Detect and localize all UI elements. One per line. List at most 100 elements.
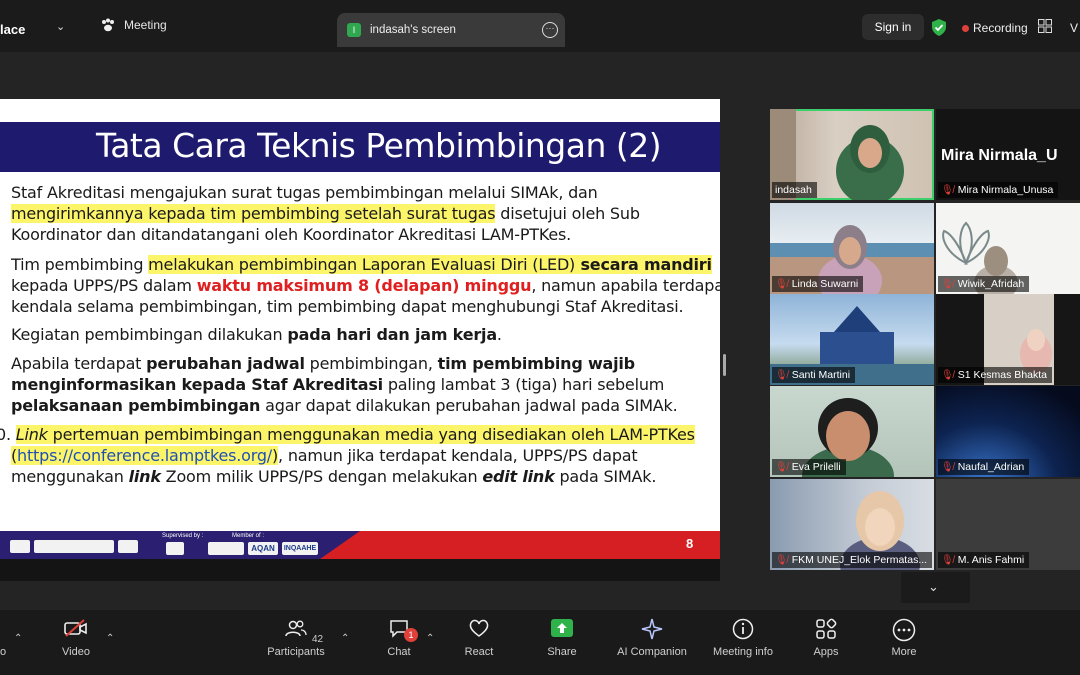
- mic-muted-icon: 🎙︎̸: [941, 461, 954, 473]
- bold-text: pelaksanaan pembimbingan: [11, 396, 261, 415]
- video-off-icon: [55, 618, 97, 646]
- chevron-down-icon[interactable]: ⌄: [56, 20, 65, 33]
- chat-options-caret[interactable]: ⌃: [426, 633, 434, 644]
- logo-icon: [10, 540, 30, 553]
- sparkle-icon: [612, 618, 692, 646]
- list-number: 0.: [0, 425, 11, 444]
- audio-options-caret[interactable]: ⌃: [14, 633, 22, 644]
- share-button[interactable]: Share: [545, 618, 579, 658]
- video-button[interactable]: Video: [55, 618, 97, 658]
- name-label: Mira Nirmala_Unusa: [957, 184, 1054, 196]
- name-label: Wiwik_Afridah: [957, 278, 1025, 290]
- bold-italic-text: link: [128, 467, 161, 486]
- participant-name: 🎙︎̸ M. Anis Fahmi: [938, 552, 1030, 568]
- view-menu-label[interactable]: V: [1070, 21, 1078, 35]
- text: agar dapat dilakukan perubahan jadwal pa…: [260, 396, 678, 415]
- tab-shared-screen[interactable]: I indasah's screen ···: [337, 13, 565, 47]
- participant-tile[interactable]: 🎙︎̸ Eva Prilelli: [770, 386, 934, 477]
- participant-display-name: Mira Nirmala_U: [941, 147, 1058, 164]
- video-label: Video: [62, 646, 90, 658]
- inqaahe-logo: INQAAHE: [282, 542, 318, 555]
- microphone-icon: [0, 618, 10, 646]
- audio-label: o: [0, 646, 7, 658]
- participants-options-caret[interactable]: ⌃: [341, 633, 349, 644]
- meeting-info-button[interactable]: Meeting info: [706, 618, 780, 658]
- text: Zoom milik UPPS/PS dengan melakukan: [160, 467, 483, 486]
- slide-paragraph-1: Staf Akreditasi mengajukan surat tugas p…: [11, 182, 640, 245]
- video-options-caret[interactable]: ⌃: [106, 633, 114, 644]
- footer-member-label: Member of :: [232, 533, 265, 539]
- show-more-participants-button[interactable]: ⌄: [901, 572, 970, 603]
- meeting-label: Meeting: [124, 18, 167, 32]
- bold-text: secara mandiri: [575, 255, 712, 274]
- share-screen-icon: [545, 618, 579, 646]
- text: kendala selama pembimbingan, tim pembimb…: [11, 297, 684, 316]
- react-label: React: [464, 646, 494, 658]
- audio-button[interactable]: o: [0, 618, 10, 658]
- bold-text: tim pembimbing wajib: [437, 354, 636, 373]
- react-button[interactable]: React: [462, 618, 496, 658]
- participant-name: 🎙︎̸ Santi Martini: [772, 367, 856, 383]
- more-options-icon: [886, 618, 922, 646]
- logo-icon: [166, 542, 184, 555]
- participant-name: 🎙︎̸ S1 Kesmas Bhakta: [938, 367, 1052, 383]
- participant-tile[interactable]: 🎙︎̸ FKM UNEJ_Elok Permatas...: [770, 479, 934, 570]
- participant-name: 🎙︎̸ Eva Prilelli: [772, 459, 846, 475]
- text: Kegiatan pembimbingan dilakukan: [11, 325, 288, 344]
- heart-icon: [462, 618, 496, 646]
- info-icon: [706, 618, 780, 646]
- text: menggunakan: [11, 467, 129, 486]
- apps-button[interactable]: Apps: [810, 618, 842, 658]
- text: , namun apabila terdapat: [531, 276, 720, 295]
- name-label: S1 Kesmas Bhakta: [957, 369, 1047, 381]
- chat-label: Chat: [387, 646, 411, 658]
- name-label: Linda Suwarni: [791, 278, 859, 290]
- name-label: Eva Prilelli: [791, 461, 841, 473]
- share-label: Share: [547, 646, 577, 658]
- view-grid-icon[interactable]: [1038, 19, 1052, 33]
- tab-label: indasah's screen: [370, 24, 456, 36]
- participant-name: 🎙︎̸ FKM UNEJ_Elok Permatas...: [772, 552, 933, 568]
- participant-tile[interactable]: 🎙︎̸ M. Anis Fahmi: [936, 479, 1080, 570]
- text: .: [496, 325, 502, 344]
- resize-handle[interactable]: [723, 354, 726, 376]
- name-label: indasah: [775, 184, 812, 196]
- sign-in-button[interactable]: Sign in: [862, 14, 924, 40]
- app-title: lace: [0, 22, 26, 37]
- participant-tile[interactable]: 🎙︎̸ Linda Suwarni: [770, 203, 934, 294]
- recording-label: Recording: [973, 21, 1028, 35]
- participant-tile[interactable]: indasah: [770, 109, 934, 200]
- shield-check-icon[interactable]: [931, 19, 947, 36]
- ai-companion-button[interactable]: AI Companion: [612, 618, 692, 658]
- more-button[interactable]: More: [886, 618, 922, 658]
- logo-icon: [118, 540, 138, 553]
- participant-tile[interactable]: Mira Nirmala_U 🎙︎̸ Mira Nirmala_Unusa: [936, 109, 1080, 200]
- recording-indicator[interactable]: Recording: [962, 21, 1028, 35]
- slide-paragraph-5: 0. Link pertemuan pembimbingan menggunak…: [0, 424, 695, 487]
- paw-icon: [102, 18, 114, 32]
- bold-text: pada hari dan jam kerja: [287, 325, 497, 344]
- text: Staf Akreditasi mengajukan surat tugas p…: [11, 183, 598, 202]
- participant-name: 🎙︎̸ Mira Nirmala_Unusa: [938, 182, 1059, 198]
- meeting-menu-button[interactable]: Meeting: [100, 18, 167, 32]
- chevron-down-icon: ⌄: [928, 579, 939, 594]
- ai-companion-label: AI Companion: [617, 646, 687, 658]
- participants-label: Participants: [267, 646, 325, 658]
- participant-tile[interactable]: 🎙︎̸ Wiwik_Afridah: [936, 203, 1080, 294]
- mic-muted-icon: 🎙︎̸: [941, 369, 954, 381]
- participant-tile[interactable]: 🎙︎̸ Naufal_Adrian: [936, 386, 1080, 477]
- participant-name: 🎙︎̸ Naufal_Adrian: [938, 459, 1030, 475]
- text: Koordinator dan ditandatangani oleh Koor…: [11, 225, 572, 244]
- participant-tile[interactable]: 🎙︎̸ Santi Martini: [770, 294, 934, 385]
- conference-link[interactable]: https://conference.lamptkes.org/: [17, 446, 272, 465]
- participant-tile[interactable]: 🎙︎̸ S1 Kesmas Bhakta: [936, 294, 1080, 385]
- apps-label: Apps: [813, 646, 839, 658]
- text: pembimbingan,: [304, 354, 438, 373]
- name-label: M. Anis Fahmi: [957, 554, 1025, 566]
- bold-text: menginformasikan kepada Staf Akreditasi: [11, 375, 383, 394]
- slide-letterbox: [0, 559, 720, 581]
- participant-name: 🎙︎̸ Linda Suwarni: [772, 276, 864, 292]
- more-options-icon[interactable]: ···: [542, 22, 558, 38]
- slide-page-number: 8: [686, 536, 694, 551]
- mic-muted-icon: 🎙︎̸: [941, 184, 954, 196]
